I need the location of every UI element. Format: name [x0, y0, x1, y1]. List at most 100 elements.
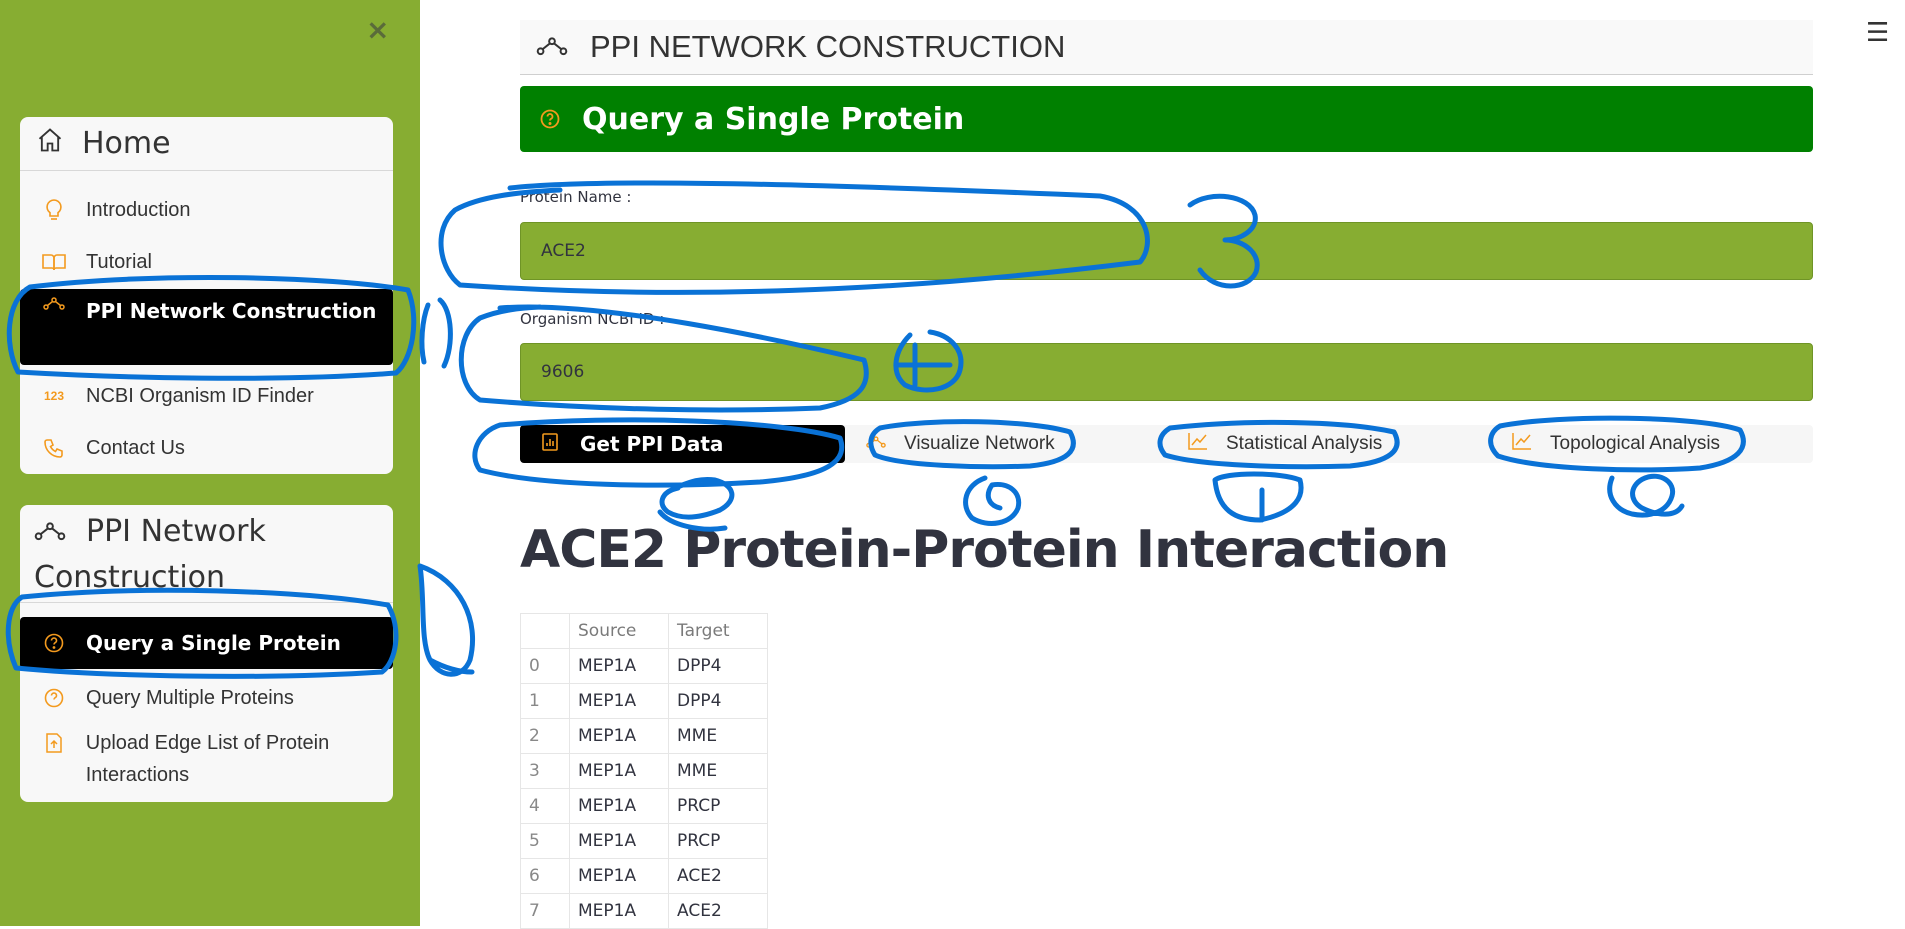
target-cell: PRCP — [668, 788, 768, 824]
bar-chart-icon — [542, 432, 558, 456]
annotation-number-2 — [417, 563, 476, 677]
source-cell: MEP1A — [569, 788, 669, 824]
protein-name-input[interactable]: ACE2 — [520, 222, 1813, 280]
annotation-number-8 — [1607, 473, 1685, 518]
numbers-123-icon: 123 — [43, 389, 65, 403]
row-index: 1 — [520, 683, 570, 719]
source-cell: MEP1A — [569, 753, 669, 789]
page-header: PPI NETWORK CONSTRUCTION — [520, 20, 1813, 75]
upload-file-icon — [40, 733, 68, 753]
table-row: 2 MEP1A MME — [520, 718, 768, 754]
table-row: 4 MEP1A PRCP — [520, 788, 768, 824]
sidebar-item-label: Introduction — [86, 198, 191, 221]
close-sidebar-icon[interactable]: × — [366, 16, 389, 44]
target-cell: MME — [668, 718, 768, 754]
row-index: 0 — [520, 648, 570, 684]
sidebar-item-ncbi-organism-id-finder[interactable]: 123 NCBI Organism ID Finder — [20, 375, 393, 417]
question-circle-icon — [40, 688, 68, 708]
statistical-analysis-button[interactable]: Statistical Analysis — [1188, 425, 1382, 463]
sidebar-item-label: NCBI Organism ID Finder — [86, 384, 314, 407]
network-icon — [40, 297, 68, 311]
sidebar-item-label: PPI Network Construction — [86, 299, 377, 323]
button-label: Get PPI Data — [580, 432, 724, 456]
organism-id-input[interactable]: 9606 — [520, 343, 1813, 401]
table-header-target: Target — [668, 613, 768, 649]
target-cell: ACE2 — [668, 893, 768, 929]
button-label: Visualize Network — [904, 433, 1055, 454]
button-label: Statistical Analysis — [1226, 433, 1383, 454]
source-cell: MEP1A — [569, 718, 669, 754]
target-cell: PRCP — [668, 823, 768, 859]
table-row: 7 MEP1A ACE2 — [520, 893, 768, 929]
question-circle-icon — [40, 633, 68, 653]
sidebar-item-query-single-protein[interactable]: Query a Single Protein — [20, 617, 393, 669]
ppi-card-header[interactable]: PPI Network Construction — [20, 505, 393, 603]
sidebar-item-upload-edge-list[interactable]: Upload Edge List of Protein Interactions — [20, 727, 393, 797]
ppi-nav-card: PPI Network Construction Query a Single … — [20, 505, 393, 802]
protein-name-label: Protein Name : — [520, 188, 632, 206]
network-icon — [536, 29, 568, 65]
row-index: 3 — [520, 753, 570, 789]
line-chart-icon — [1188, 432, 1208, 456]
home-card-title: Home — [82, 126, 171, 161]
sidebar-item-label: Contact Us — [86, 436, 185, 459]
table-header-source: Source — [569, 613, 669, 649]
row-index: 6 — [520, 858, 570, 894]
source-cell: MEP1A — [569, 648, 669, 684]
hamburger-menu-icon[interactable]: ☰ — [1866, 18, 1889, 48]
sidebar-item-contact-us[interactable]: Contact Us — [20, 427, 393, 469]
organism-id-label: Organism NCBI ID : — [520, 310, 665, 328]
row-index: 7 — [520, 893, 570, 929]
sidebar-item-tutorial[interactable]: Tutorial — [20, 241, 393, 283]
lightbulb-icon — [40, 199, 68, 221]
annotation-number-7 — [1212, 471, 1304, 523]
visualize-network-button[interactable]: Visualize Network — [866, 425, 1055, 463]
sidebar-item-label: Query Multiple Proteins — [86, 686, 294, 709]
network-icon — [34, 510, 66, 555]
sidebar-item-ppi-network-construction[interactable]: PPI Network Construction — [20, 289, 393, 365]
table-row: 5 MEP1A PRCP — [520, 823, 768, 859]
table-row: 1 MEP1A DPP4 — [520, 683, 768, 719]
home-nav-card: Home Introduction Tutorial PPI Network C… — [20, 117, 393, 474]
table-header-row: Source Target — [520, 613, 768, 649]
row-index: 5 — [520, 823, 570, 859]
annotation-number-1 — [419, 297, 453, 369]
sidebar-item-query-multiple-proteins[interactable]: Query Multiple Proteins — [20, 677, 393, 719]
sidebar-item-label: Query a Single Protein — [86, 631, 341, 655]
sidebar-item-label: Tutorial — [86, 250, 152, 273]
source-cell: MEP1A — [569, 858, 669, 894]
interaction-table: Source Target 0 MEP1A DPP4 1 MEP1A DPP4 2 MEP… — [520, 613, 768, 929]
source-cell: MEP1A — [569, 893, 669, 929]
topological-analysis-button[interactable]: Topological Analysis — [1512, 425, 1720, 463]
ppi-card-title: PPI Network Construction — [34, 514, 266, 595]
table-row: 6 MEP1A ACE2 — [520, 858, 768, 894]
source-cell: MEP1A — [569, 823, 669, 859]
phone-icon — [40, 438, 68, 458]
annotation-number-6 — [963, 475, 1022, 526]
home-icon — [36, 126, 64, 162]
network-icon — [866, 433, 886, 455]
target-cell: DPP4 — [668, 683, 768, 719]
target-cell: MME — [668, 753, 768, 789]
line-chart-icon — [1512, 432, 1532, 456]
sidebar-item-label: Upload Edge List of Protein Interactions — [85, 732, 330, 786]
question-circle-icon — [540, 102, 560, 137]
table-row: 0 MEP1A DPP4 — [520, 648, 768, 684]
book-icon — [40, 253, 68, 271]
source-cell: MEP1A — [569, 683, 669, 719]
section-banner: Query a Single Protein — [520, 86, 1813, 152]
sidebar-item-introduction[interactable]: Introduction — [20, 189, 393, 231]
page-title: PPI NETWORK CONSTRUCTION — [590, 29, 1066, 64]
home-card-header[interactable]: Home — [20, 117, 393, 171]
result-title: ACE2 Protein-Protein Interaction — [520, 520, 1449, 580]
row-index: 2 — [520, 718, 570, 754]
target-cell: ACE2 — [668, 858, 768, 894]
row-index: 4 — [520, 788, 570, 824]
get-ppi-data-button[interactable]: Get PPI Data — [520, 425, 845, 463]
target-cell: DPP4 — [668, 648, 768, 684]
banner-title: Query a Single Protein — [582, 101, 965, 137]
button-label: Topological Analysis — [1550, 433, 1721, 454]
sidebar: × Home Introduction Tutorial PPI Network… — [0, 0, 420, 926]
table-row: 3 MEP1A MME — [520, 753, 768, 789]
table-header-index — [520, 613, 570, 649]
